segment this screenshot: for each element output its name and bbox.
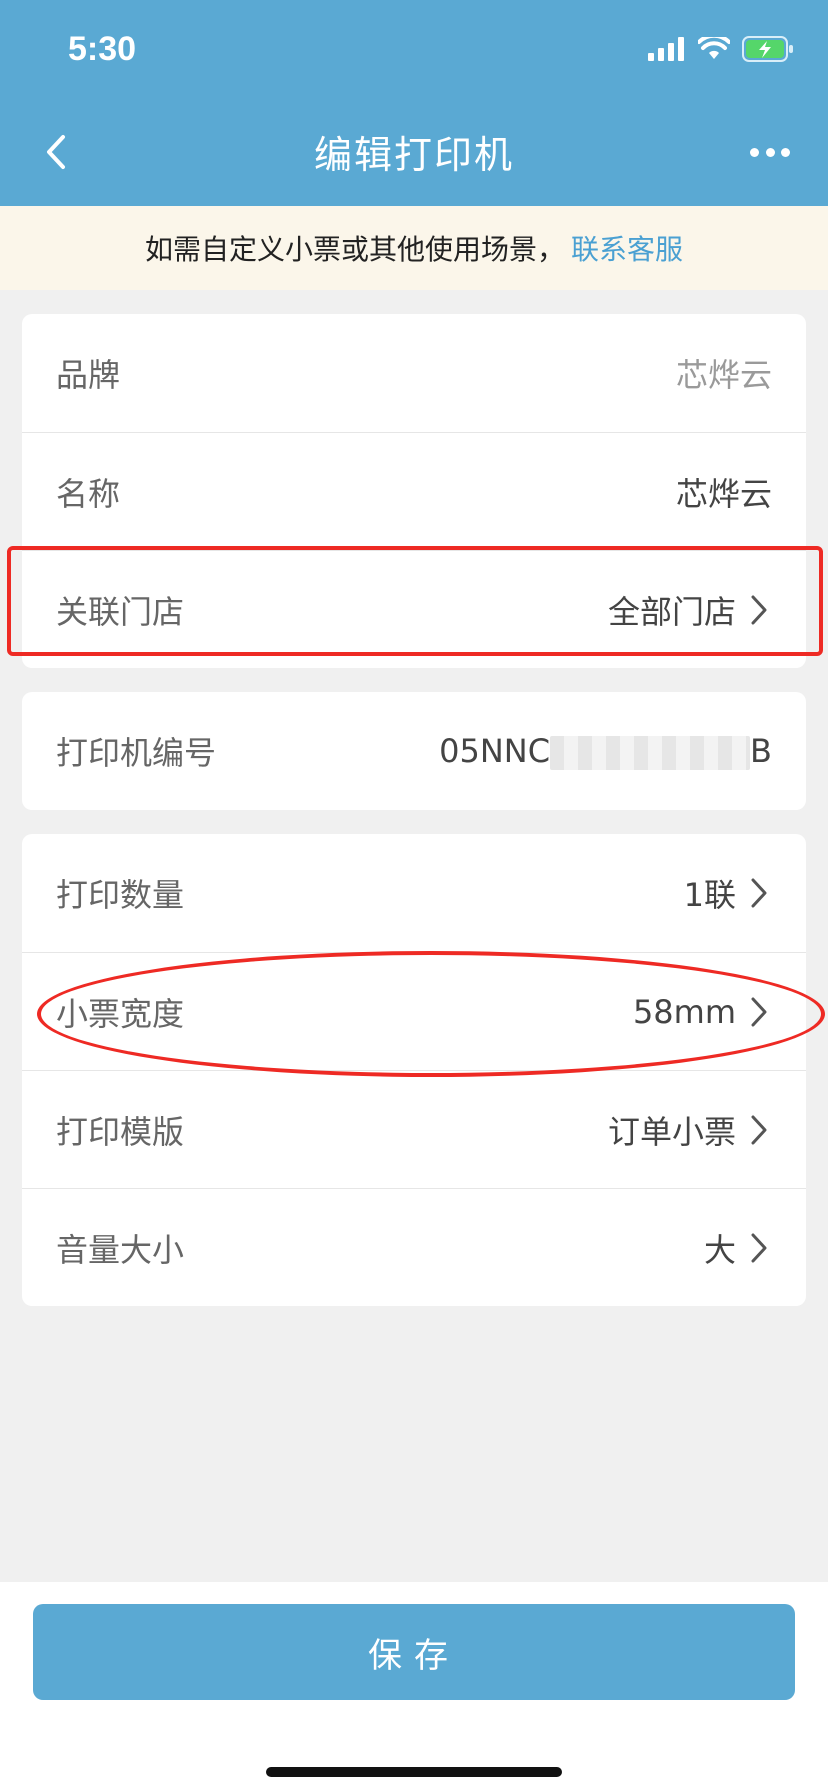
printer-number-label: 打印机编号 [56, 734, 217, 772]
print-count-row[interactable]: 打印数量 1联 [22, 834, 806, 952]
print-count-value: 1联 [683, 876, 736, 914]
volume-label: 音量大小 [56, 1230, 185, 1269]
chevron-right-icon [750, 876, 772, 910]
signal-icon [648, 37, 684, 61]
home-indicator[interactable] [266, 1767, 562, 1777]
print-count-label: 打印数量 [56, 876, 185, 914]
redacted-mask [550, 736, 751, 770]
ticket-width-row[interactable]: 小票宽度 58mm [22, 952, 806, 1070]
store-label: 关联门店 [56, 592, 185, 631]
printer-number-row: 打印机编号 05NNC B [22, 692, 806, 810]
more-button[interactable] [750, 140, 790, 164]
print-template-label: 打印模版 [56, 1112, 185, 1151]
chevron-right-icon [750, 995, 772, 1029]
chevron-right-icon [750, 1231, 772, 1265]
wifi-icon [698, 37, 730, 59]
print-settings-card: 打印数量 1联 小票宽度 58mm 打印模版 订单小票 音量大小 大 [22, 834, 806, 1306]
status-icons [648, 34, 794, 64]
printer-number-prefix: 05NNC [439, 732, 551, 770]
name-value[interactable]: 芯烨云 [676, 469, 772, 515]
name-label: 名称 [56, 474, 121, 513]
save-button[interactable]: 保存 [33, 1604, 795, 1700]
store-row[interactable]: 关联门店 全部门店 [22, 550, 806, 668]
print-template-row[interactable]: 打印模版 订单小票 [22, 1070, 806, 1188]
volume-row[interactable]: 音量大小 大 [22, 1188, 806, 1306]
more-icon [750, 147, 759, 157]
footer: 保存 [0, 1582, 828, 1792]
ticket-width-label: 小票宽度 [56, 994, 185, 1033]
chevron-right-icon [750, 593, 772, 627]
chevron-right-icon [750, 1113, 772, 1147]
printer-number-card: 打印机编号 05NNC B [22, 692, 806, 810]
volume-value: 大 [703, 1230, 736, 1269]
battery-charging-icon [742, 36, 793, 62]
header: 5:30 编辑打印机 [0, 0, 828, 206]
store-value: 全部门店 [607, 592, 736, 631]
brand-label: 品牌 [56, 356, 121, 394]
brand-row: 品牌 芯烨云 [22, 314, 806, 432]
print-template-value: 订单小票 [607, 1112, 736, 1151]
printer-number-suffix: B [750, 732, 772, 770]
status-time: 5:30 [68, 30, 137, 68]
brand-value: 芯烨云 [675, 356, 772, 394]
contact-support-link[interactable]: 联系客服 [571, 228, 683, 268]
more-icon [781, 147, 790, 157]
notice-text: 如需自定义小票或其他使用场景， [144, 233, 565, 266]
printer-number-value: 05NNC B [439, 732, 772, 770]
notice-banner: 如需自定义小票或其他使用场景， 联系客服 [0, 206, 828, 290]
name-row[interactable]: 名称 芯烨云 [22, 432, 806, 550]
ticket-width-value: 58mm [632, 992, 736, 1031]
printer-info-card: 品牌 芯烨云 名称 芯烨云 关联门店 全部门店 [22, 314, 806, 668]
more-icon [765, 147, 775, 157]
page-title: 编辑打印机 [313, 133, 514, 177]
